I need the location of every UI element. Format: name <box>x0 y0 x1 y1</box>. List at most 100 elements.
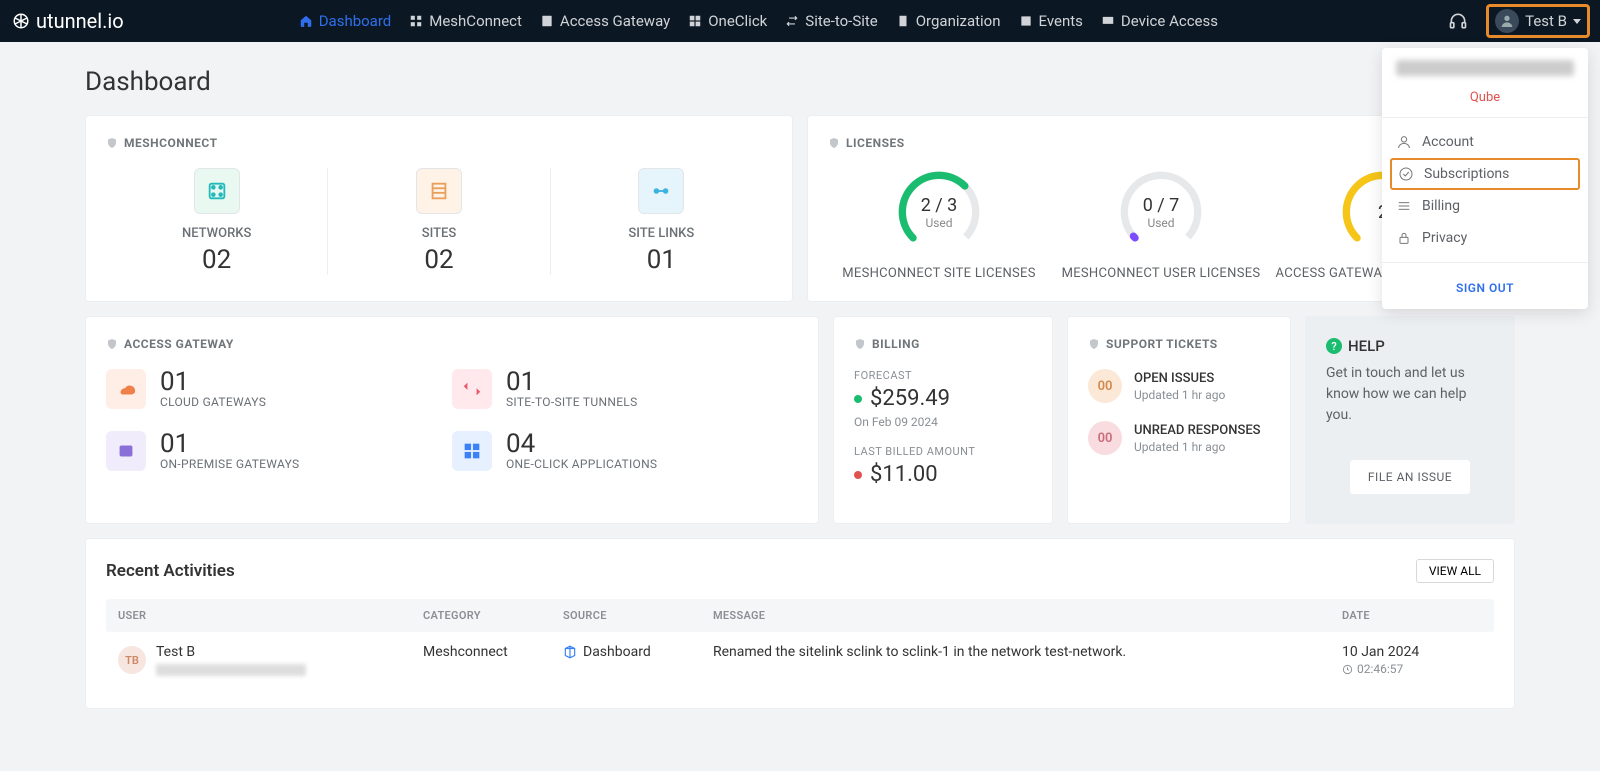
open-issues[interactable]: 00 OPEN ISSUESUpdated 1 hr ago <box>1088 369 1270 403</box>
avatar <box>1495 9 1519 33</box>
license-user[interactable]: 0 / 7Used MESHCONNECT USER LICENSES <box>1050 168 1272 281</box>
dd-account[interactable]: Account <box>1382 126 1588 158</box>
nav-label: Site-to-Site <box>805 12 877 30</box>
dd-subscriptions[interactable]: Subscriptions <box>1390 158 1580 190</box>
help-title: ? HELP <box>1326 337 1494 355</box>
dd-label: Billing <box>1422 198 1460 214</box>
count-badge: 00 <box>1088 421 1122 455</box>
nav-dashboard[interactable]: Dashboard <box>299 12 392 30</box>
stat-networks[interactable]: NETWORKS 02 <box>106 168 328 275</box>
nav-label: Dashboard <box>319 12 392 30</box>
separator <box>1382 262 1588 263</box>
dd-privacy[interactable]: Privacy <box>1382 222 1588 254</box>
nav-meshconnect[interactable]: MeshConnect <box>409 12 522 30</box>
ticket-label: UNREAD RESPONSES <box>1134 423 1261 438</box>
ag-label: ON-PREMISE GATEWAYS <box>160 457 299 471</box>
badge-text: Qube <box>1470 90 1500 105</box>
th-date: DATE <box>1342 609 1482 622</box>
user-email-blurred <box>156 664 306 676</box>
gauge: 0 / 7Used <box>1117 168 1205 256</box>
table-row[interactable]: TB Test B Meshconnect Dashboard Renamed … <box>106 632 1494 688</box>
swap-icon <box>452 369 492 409</box>
user-icon <box>1396 134 1412 150</box>
nav-events[interactable]: Events <box>1019 12 1083 30</box>
user-dropdown: Qube Account Subscriptions Billing Priva… <box>1382 48 1588 309</box>
title-text: ACCESS GATEWAY <box>124 337 234 351</box>
list-icon <box>1019 14 1033 28</box>
logo-icon <box>12 12 30 30</box>
nav-accessgw[interactable]: Access Gateway <box>540 12 670 30</box>
nav-oneclick[interactable]: OneClick <box>688 12 767 30</box>
gateway-icon <box>540 14 554 28</box>
clock-icon <box>1342 664 1353 675</box>
nav-items: Dashboard MeshConnect Access Gateway One… <box>299 12 1218 30</box>
logo[interactable]: utunnel.io <box>10 9 124 33</box>
user-display: Test B <box>156 644 306 660</box>
card-title: BILLING <box>854 337 1032 351</box>
ticket-sub: Updated 1 hr ago <box>1134 388 1225 402</box>
title-text: LICENSES <box>846 136 905 150</box>
sites-icon <box>416 168 462 214</box>
source-text: Dashboard <box>583 644 651 660</box>
cube-icon <box>563 645 577 659</box>
file-issue-button[interactable]: FILE AN ISSUE <box>1350 460 1470 494</box>
ag-col: 01SITE-TO-SITE TUNNELS 04ONE-CLICK APPLI… <box>452 369 798 471</box>
gauge-used: Used <box>925 216 952 230</box>
time-text: 02:46:57 <box>1357 662 1403 676</box>
help-card: ? HELP Get in touch and let us know how … <box>1305 316 1515 524</box>
dd-billing[interactable]: Billing <box>1382 190 1588 222</box>
nav-org[interactable]: Organization <box>896 12 1001 30</box>
building-icon <box>896 14 910 28</box>
stat-value: 01 <box>551 245 772 275</box>
server-icon <box>106 431 146 471</box>
stat-value: 02 <box>106 245 327 275</box>
dd-signout[interactable]: SIGN OUT <box>1382 271 1588 297</box>
dd-label: Account <box>1422 134 1474 150</box>
shield-icon <box>1088 337 1100 351</box>
amount-value: $11.00 <box>870 462 938 487</box>
forecast-label: FORECAST <box>854 369 1032 382</box>
status-dot-red <box>854 471 862 479</box>
ag-onprem[interactable]: 01ON-PREMISE GATEWAYS <box>106 431 452 471</box>
stat-label: SITES <box>328 226 549 241</box>
active-tab-pointer <box>354 42 370 50</box>
arrows-icon <box>785 14 799 28</box>
view-all-button[interactable]: VIEW ALL <box>1416 559 1494 583</box>
gauge-used: Used <box>1147 216 1174 230</box>
check-circle-icon <box>1398 166 1414 182</box>
stat-sites[interactable]: SITES 02 <box>328 168 550 275</box>
nav-label: Device Access <box>1121 12 1218 30</box>
ag-label: SITE-TO-SITE TUNNELS <box>506 395 638 409</box>
mc-stats: NETWORKS 02 SITES 02 SITE LINKS 01 <box>106 168 772 275</box>
nav-s2s[interactable]: Site-to-Site <box>785 12 877 30</box>
ag-cloud[interactable]: 01CLOUD GATEWAYS <box>106 369 452 409</box>
nav-devaccess[interactable]: Device Access <box>1101 12 1218 30</box>
card-title: SUPPORT TICKETS <box>1088 337 1270 351</box>
th-message: MESSAGE <box>713 609 1342 622</box>
stat-sitelinks[interactable]: SITE LINKS 01 <box>551 168 772 275</box>
topbar: utunnel.io Dashboard MeshConnect Access … <box>0 0 1600 42</box>
row-1: MESHCONNECT NETWORKS 02 SITES 02 SITE LI… <box>85 115 1515 302</box>
gauge: 2 / 3Used <box>895 168 983 256</box>
ag-apps[interactable]: 04ONE-CLICK APPLICATIONS <box>452 431 798 471</box>
date-main: 10 Jan 2024 <box>1342 644 1482 660</box>
user-menu-trigger[interactable]: Test B <box>1486 4 1590 38</box>
support-icon[interactable] <box>1448 11 1468 31</box>
last-amount: $11.00 <box>854 462 1032 487</box>
license-site[interactable]: 2 / 3Used MESHCONNECT SITE LICENSES <box>828 168 1050 281</box>
page: Dashboard MESHCONNECT NETWORKS 02 SITES … <box>0 42 1600 709</box>
recent-head: Recent Activities VIEW ALL <box>106 559 1494 583</box>
td-category: Meshconnect <box>423 644 563 660</box>
list-icon <box>1396 198 1412 214</box>
nav-label: Organization <box>916 12 1001 30</box>
amount-value: $259.49 <box>870 386 950 411</box>
ticket-sub: Updated 1 hr ago <box>1134 440 1261 454</box>
nav-label: Events <box>1039 12 1083 30</box>
mesh-icon <box>409 14 423 28</box>
ag-s2s[interactable]: 01SITE-TO-SITE TUNNELS <box>452 369 798 409</box>
date-sub: 02:46:57 <box>1342 662 1482 676</box>
monitor-icon <box>1101 14 1115 28</box>
unread-responses[interactable]: 00 UNREAD RESPONSES Updated 1 hr ago <box>1088 421 1270 455</box>
ag-value: 01 <box>160 369 266 395</box>
stat-value: 02 <box>328 245 549 275</box>
